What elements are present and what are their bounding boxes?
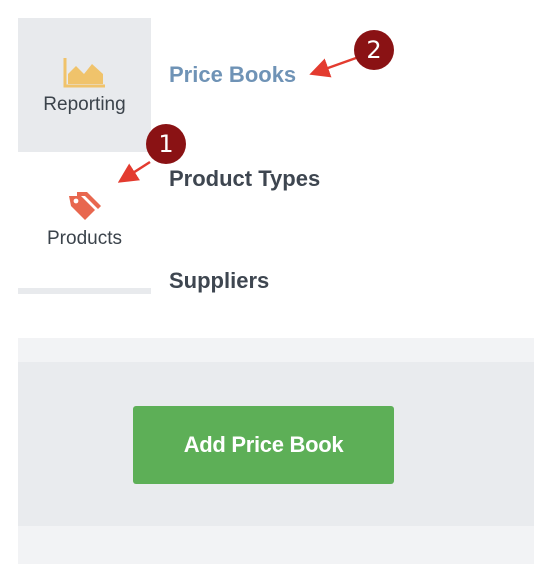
- screenshot-canvas: Reporting Products Price Books Product T…: [0, 0, 540, 580]
- annotation-arrow-1: [117, 160, 151, 183]
- annotation-marker-1: 1: [146, 124, 186, 164]
- annotation-arrow-2: [309, 56, 357, 78]
- panel-header-strip: [18, 338, 534, 362]
- annotation-marker-2: 2: [354, 30, 394, 70]
- add-price-book-button[interactable]: Add Price Book: [133, 406, 394, 484]
- panel-footer-strip: [18, 526, 534, 564]
